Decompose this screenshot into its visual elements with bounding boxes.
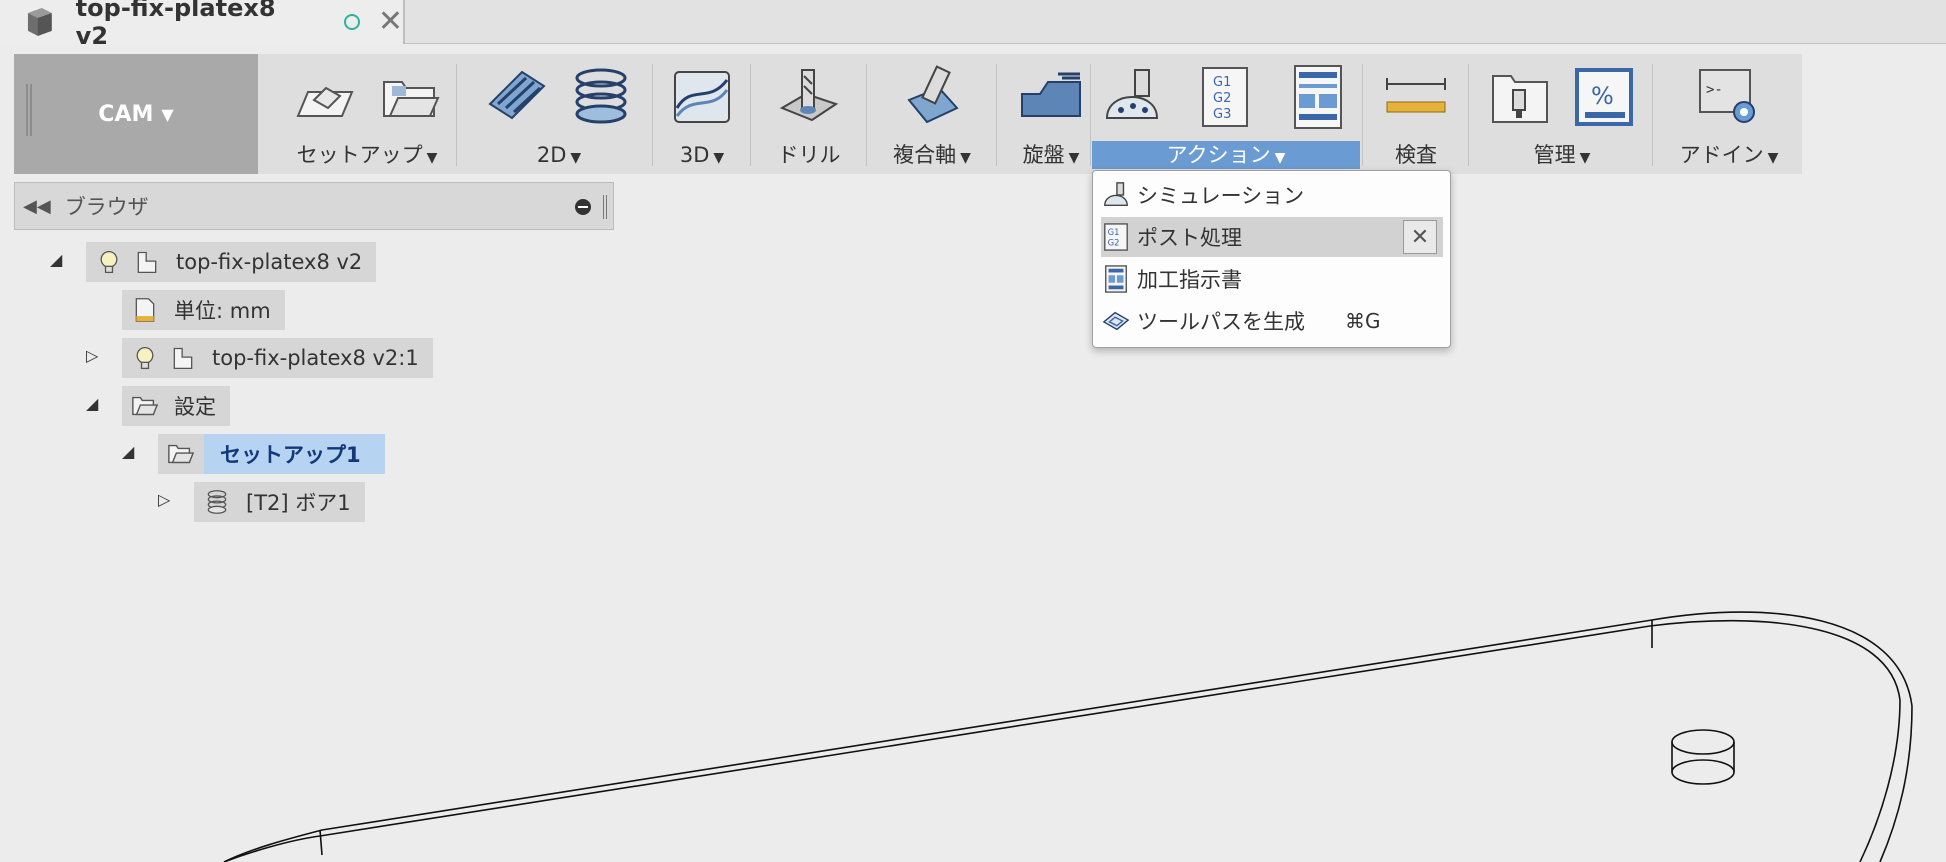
manage-menu-label: 管理 ▼ [1533,143,1591,167]
svg-text:G2: G2 [1213,91,1231,106]
2d-bore-icon[interactable] [568,64,634,130]
close-tab-button[interactable]: ✕ [378,7,403,37]
tree-node-label: top-fix-platex8 v2:1 [212,346,419,370]
menu-item-simulation[interactable]: シミュレーション [1101,175,1443,215]
setup-sheet-icon[interactable] [1285,64,1351,130]
actions-menu-label: アクション ▼ [1092,141,1360,169]
menu-item-label: ツールパスを生成 [1137,310,1305,334]
browser-panel-header: ◀◀ ブラウザ [14,182,614,230]
drill-group[interactable]: ドリル [754,54,864,174]
3d-viewport[interactable] [0,400,1946,862]
separator [1652,64,1653,166]
new-setup-icon[interactable] [292,64,358,130]
menu-item-label: 加工指示書 [1137,268,1242,292]
svg-text:G1: G1 [1213,75,1231,90]
tree-node-label: 単位: mm [174,299,271,323]
simulation-icon [1101,180,1131,210]
3d-group[interactable]: 3D ▼ [656,54,748,174]
multiaxis-icon[interactable] [899,64,965,130]
turning-icon[interactable] [1018,64,1084,130]
separator [1468,64,1469,166]
collapse-panel-icon[interactable]: ◀◀ [23,196,51,217]
addins-menu-label: アドイン ▼ [1679,143,1779,167]
3d-adaptive-icon[interactable] [669,64,735,130]
separator [456,64,457,166]
browser-title: ブラウザ [64,195,149,219]
svg-text:G2: G2 [1108,237,1120,247]
turning-menu-label: 旋盤 ▼ [1022,143,1080,167]
toolbar: CAM ▼ セットアップ ▼ 2D ▼ 3D ▼ ドリル 複合軸 ▼ 旋盤 ▼ … [14,54,1802,174]
workspace-label: CAM [98,101,154,127]
tree-node-label: top-fix-platex8 v2 [176,250,363,274]
addins-group[interactable]: >- アドイン ▼ [1656,54,1802,174]
setup-group[interactable]: セットアップ ▼ [272,54,462,174]
pin-to-toolbar-button[interactable]: ✕ [1403,220,1437,254]
measure-icon[interactable] [1383,64,1449,130]
collapse-toggle-icon[interactable]: ◢ [50,250,62,269]
multiaxis-group[interactable]: 複合軸 ▼ [870,54,994,174]
separator [750,64,751,166]
svg-text:%: % [1591,82,1614,110]
separator [652,64,653,166]
separator [1090,64,1091,166]
menu-item-label: シミュレーション [1137,184,1305,208]
separator [996,64,997,166]
panel-options-icon[interactable] [575,199,591,215]
tool-library-icon[interactable] [1487,64,1553,130]
setup-menu-label: セットアップ ▼ [296,143,438,167]
expand-toggle-icon[interactable]: ▷ [86,346,98,365]
workspace-switcher[interactable]: CAM ▼ [14,54,258,174]
drill-icon[interactable] [776,64,842,130]
panel-grip[interactable] [603,195,607,219]
post-process-icon[interactable]: G1 G2 G3 [1193,64,1259,130]
menu-item-label: ポスト処理 [1137,226,1242,250]
turning-group[interactable]: 旋盤 ▼ [1000,54,1102,174]
separator [1362,64,1363,166]
post-process-icon: G1 G2 [1101,222,1131,252]
manage-group[interactable]: % 管理 ▼ [1472,54,1652,174]
menu-item-setup-sheet[interactable]: 加工指示書 [1101,259,1443,299]
document-units-icon [130,295,160,325]
inspect-label: 検査 [1395,143,1437,167]
actions-dropdown-menu: シミュレーション G1 G2 ポスト処理 ✕ 加工指示書 ツールパスを生成 ⌘G [1092,170,1451,348]
3d-menu-label: 3D ▼ [679,143,725,167]
visibility-bulb-icon[interactable] [130,343,160,373]
svg-text:>-: >- [1706,82,1723,98]
component-icon [132,247,162,277]
drill-label: ドリル [777,143,841,167]
menu-item-shortcut: ⌘G [1345,309,1381,333]
post-library-icon[interactable]: % [1571,64,1637,130]
scripts-addins-icon[interactable]: >- [1696,64,1762,130]
part-wireframe [223,611,1913,862]
simulation-icon[interactable] [1101,64,1167,130]
actions-group[interactable]: G1 G2 G3 アクション ▼ [1092,54,1360,174]
menu-item-generate-toolpath[interactable]: ツールパスを生成 ⌘G [1101,301,1443,341]
tree-node-component[interactable]: top-fix-platex8 v2:1 [122,338,433,378]
toolbar-grip[interactable] [26,84,32,136]
setup-sheet-icon [1101,264,1131,294]
svg-text:G1: G1 [1108,227,1120,237]
tree-node-root[interactable]: top-fix-platex8 v2 [86,242,377,282]
2d-pocket-icon[interactable] [484,64,550,130]
document-tab-bar: top-fix-platex8 v2 ✕ [0,0,1946,50]
component-icon [168,343,198,373]
document-cube-icon [27,8,52,36]
separator [866,64,867,166]
folder-setup-icon[interactable] [376,64,442,130]
visibility-bulb-icon[interactable] [94,247,124,277]
generate-toolpath-icon [1101,306,1131,336]
multiaxis-menu-label: 複合軸 ▼ [893,143,971,167]
caret-down-icon: ▼ [161,104,174,124]
svg-text:G3: G3 [1213,107,1231,122]
tree-node-units[interactable]: 単位: mm [122,290,285,330]
inspect-group[interactable]: 検査 [1366,54,1466,174]
2d-group[interactable]: 2D ▼ [466,54,652,174]
document-tab[interactable]: top-fix-platex8 v2 ✕ [0,0,405,50]
saved-status-icon [343,14,360,30]
document-title: top-fix-platex8 v2 [75,0,276,50]
2d-menu-label: 2D ▼ [536,143,582,167]
menu-item-post-process[interactable]: G1 G2 ポスト処理 ✕ [1101,217,1443,257]
